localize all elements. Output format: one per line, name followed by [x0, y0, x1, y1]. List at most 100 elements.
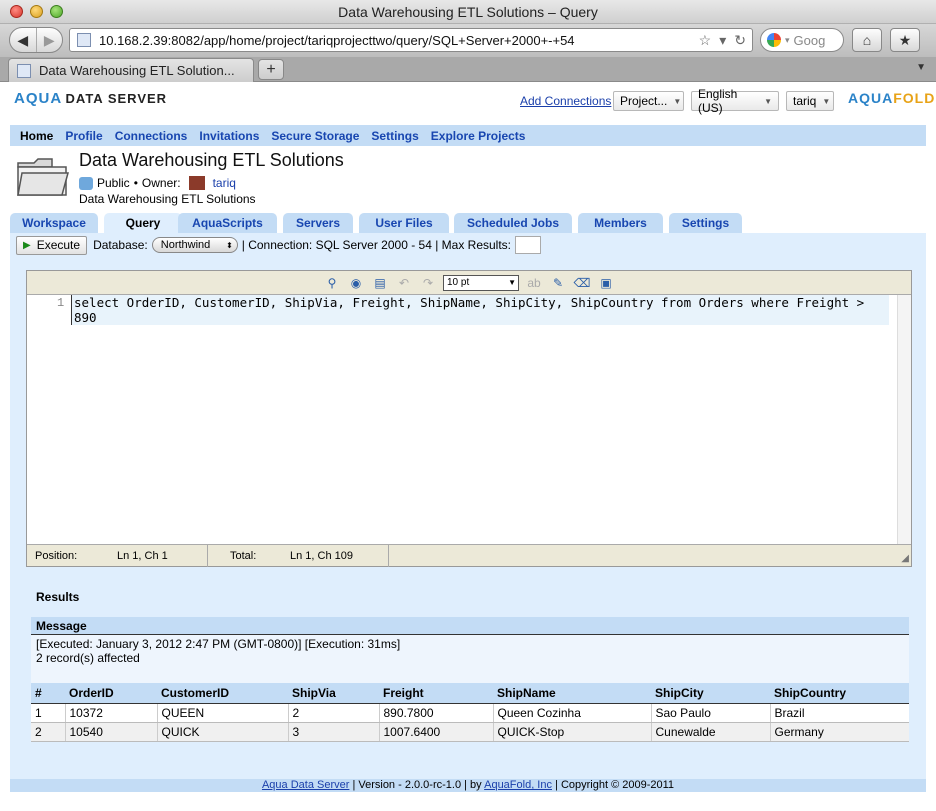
language-dropdown[interactable]: English (US) ▼	[691, 87, 779, 115]
search-engine-dropdown-icon[interactable]: ▾	[785, 35, 790, 46]
public-globe-icon	[79, 176, 93, 190]
nav-settings[interactable]: Settings	[371, 129, 418, 143]
forward-button[interactable]: ▶	[35, 28, 63, 52]
nav-connections[interactable]: Connections	[115, 129, 188, 143]
browser-tab-title: Data Warehousing ETL Solution...	[39, 63, 235, 78]
toggle-editor-icon[interactable]: ▣	[597, 274, 615, 292]
redo-icon[interactable]: ↷	[419, 274, 437, 292]
play-icon: ▶	[23, 239, 31, 251]
bookmark-star-icon[interactable]: ☆	[699, 32, 712, 49]
table-cell: Queen Cozinha	[492, 703, 651, 723]
aquafold-logo[interactable]: AQUAFOLD	[848, 90, 935, 106]
table-cell: 3	[287, 722, 379, 742]
tab-scheduled-jobs[interactable]: Scheduled Jobs	[454, 213, 572, 233]
font-size-select[interactable]: 10 pt ▼	[443, 274, 519, 291]
position-value: Ln 1, Ch 1	[117, 549, 168, 562]
add-connections-link[interactable]: Add Connections	[520, 94, 611, 108]
column-header[interactable]: CustomerID	[157, 683, 288, 704]
nav-explore-projects[interactable]: Explore Projects	[431, 129, 526, 143]
database-label: Database:	[93, 238, 148, 252]
tab-workspace[interactable]: Workspace	[10, 213, 98, 233]
table-cell: QUICK	[156, 722, 288, 742]
editor-scrollbar[interactable]	[897, 295, 911, 545]
connection-text: | Connection: SQL Server 2000 - 54 | Max…	[241, 238, 512, 252]
tab-user-files[interactable]: User Files	[359, 213, 449, 233]
line-gutter: 1	[27, 295, 71, 545]
results-panel: Results Message [Executed: January 3, 20…	[31, 587, 909, 742]
project-dropdown[interactable]: Project... ▼	[613, 91, 684, 111]
tab-settings[interactable]: Settings	[669, 213, 742, 233]
eraser-icon[interactable]: ⌫	[573, 274, 591, 292]
bookmarks-button[interactable]: ★	[890, 28, 920, 52]
address-bar[interactable]: 10.168.2.39:8082/app/home/project/tariqp…	[69, 28, 753, 52]
column-header[interactable]: ShipCity	[651, 683, 770, 704]
spellcheck-icon[interactable]: ab	[525, 274, 543, 292]
goto-icon[interactable]: ◉	[347, 274, 365, 292]
aqua-data-server-link[interactable]: Aqua Data Server	[262, 779, 349, 791]
query-toolbar: ▶ Execute Database: Northwind ⬍ | Connec…	[10, 233, 926, 257]
max-results-input[interactable]	[515, 236, 542, 254]
total-label: Total:	[230, 549, 257, 562]
reload-icon[interactable]: ↻	[734, 32, 746, 49]
column-header[interactable]: ShipVia	[288, 683, 379, 704]
table-cell: 10540	[64, 722, 157, 742]
tab-query[interactable]: Query	[104, 213, 182, 233]
table-cell: Cunewalde	[650, 722, 770, 742]
database-select[interactable]: Northwind ⬍	[151, 237, 238, 253]
sql-code[interactable]: select OrderID, CustomerID, ShipVia, Fre…	[71, 295, 889, 325]
table-cell: QUICK-Stop	[492, 722, 651, 742]
owner-label: Owner:	[141, 176, 181, 190]
column-header[interactable]: ShipName	[493, 683, 651, 704]
search-box[interactable]: ▾ Goog	[760, 28, 844, 52]
chevron-down-icon: ▼	[822, 96, 831, 106]
chevron-down-icon: ▼	[764, 96, 772, 106]
tab-servers[interactable]: Servers	[283, 213, 353, 233]
undo-icon[interactable]: ↶	[395, 274, 413, 292]
table-cell: 2	[287, 703, 379, 723]
resize-grip-icon[interactable]: ◢	[901, 553, 909, 564]
tab-members[interactable]: Members	[578, 213, 663, 233]
nav-profile[interactable]: Profile	[65, 129, 102, 143]
site-favicon-icon	[77, 33, 91, 47]
aquafold-link[interactable]: AquaFold, Inc	[484, 779, 552, 791]
table-cell: QUEEN	[156, 703, 288, 723]
results-table: # OrderID CustomerID ShipVia Freight Shi…	[31, 683, 909, 742]
nav-invitations[interactable]: Invitations	[199, 129, 259, 143]
position-label: Position:	[35, 549, 78, 562]
table-row[interactable]: 2 10540 QUICK 3 1007.6400 QUICK-Stop Cun…	[31, 722, 909, 742]
table-row[interactable]: 1 10372 QUEEN 2 890.7800 Queen Cozinha S…	[31, 703, 909, 723]
nav-home[interactable]: Home	[20, 129, 53, 143]
visibility-label: Public	[97, 176, 130, 190]
home-button[interactable]: ⌂	[852, 28, 882, 52]
table-cell: Germany	[769, 722, 909, 742]
chevron-down-icon: ▼	[673, 96, 682, 106]
history-dropdown-icon[interactable]: ▾	[719, 32, 726, 49]
table-cell: 2	[31, 722, 65, 742]
message-heading: Message	[31, 617, 909, 635]
back-button[interactable]: ◀	[10, 28, 36, 52]
chevron-down-icon: ▼	[508, 278, 516, 287]
column-header[interactable]: OrderID	[65, 683, 157, 704]
new-tab-button[interactable]: +	[258, 59, 284, 80]
execution-info: [Executed: January 3, 2012 2:47 PM (GMT-…	[36, 637, 401, 651]
editor-toolbar: ⚲ ◉ ▤ ↶ ↷ 10 pt ▼ ab ✎ ⌫ ▣	[27, 271, 911, 295]
total-value: Ln 1, Ch 109	[290, 549, 353, 562]
column-header[interactable]: #	[31, 683, 65, 704]
tab-list-chevron-icon[interactable]: ▼	[916, 62, 926, 73]
highlight-icon[interactable]: ✎	[549, 274, 567, 292]
google-icon	[767, 33, 781, 47]
column-header[interactable]: Freight	[379, 683, 493, 704]
url-text[interactable]: 10.168.2.39:8082/app/home/project/tariqp…	[99, 33, 699, 48]
owner-link[interactable]: tariq	[213, 176, 236, 190]
nav-secure-storage[interactable]: Secure Storage	[271, 129, 359, 143]
aqua-data-server-logo[interactable]: AQUA DATA SERVER	[14, 90, 167, 107]
select-all-icon[interactable]: ▤	[371, 274, 389, 292]
find-icon[interactable]: ⚲	[323, 274, 341, 292]
user-dropdown[interactable]: tariq ▼	[786, 91, 834, 111]
message-body: [Executed: January 3, 2012 2:47 PM (GMT-…	[31, 635, 909, 683]
editor-body[interactable]: 1 select OrderID, CustomerID, ShipVia, F…	[27, 295, 897, 545]
execute-button[interactable]: ▶ Execute	[16, 235, 88, 255]
tab-aquascripts[interactable]: AquaScripts	[178, 213, 277, 233]
column-header[interactable]: ShipCountry	[770, 683, 909, 704]
browser-tab[interactable]: Data Warehousing ETL Solution...	[8, 58, 254, 82]
